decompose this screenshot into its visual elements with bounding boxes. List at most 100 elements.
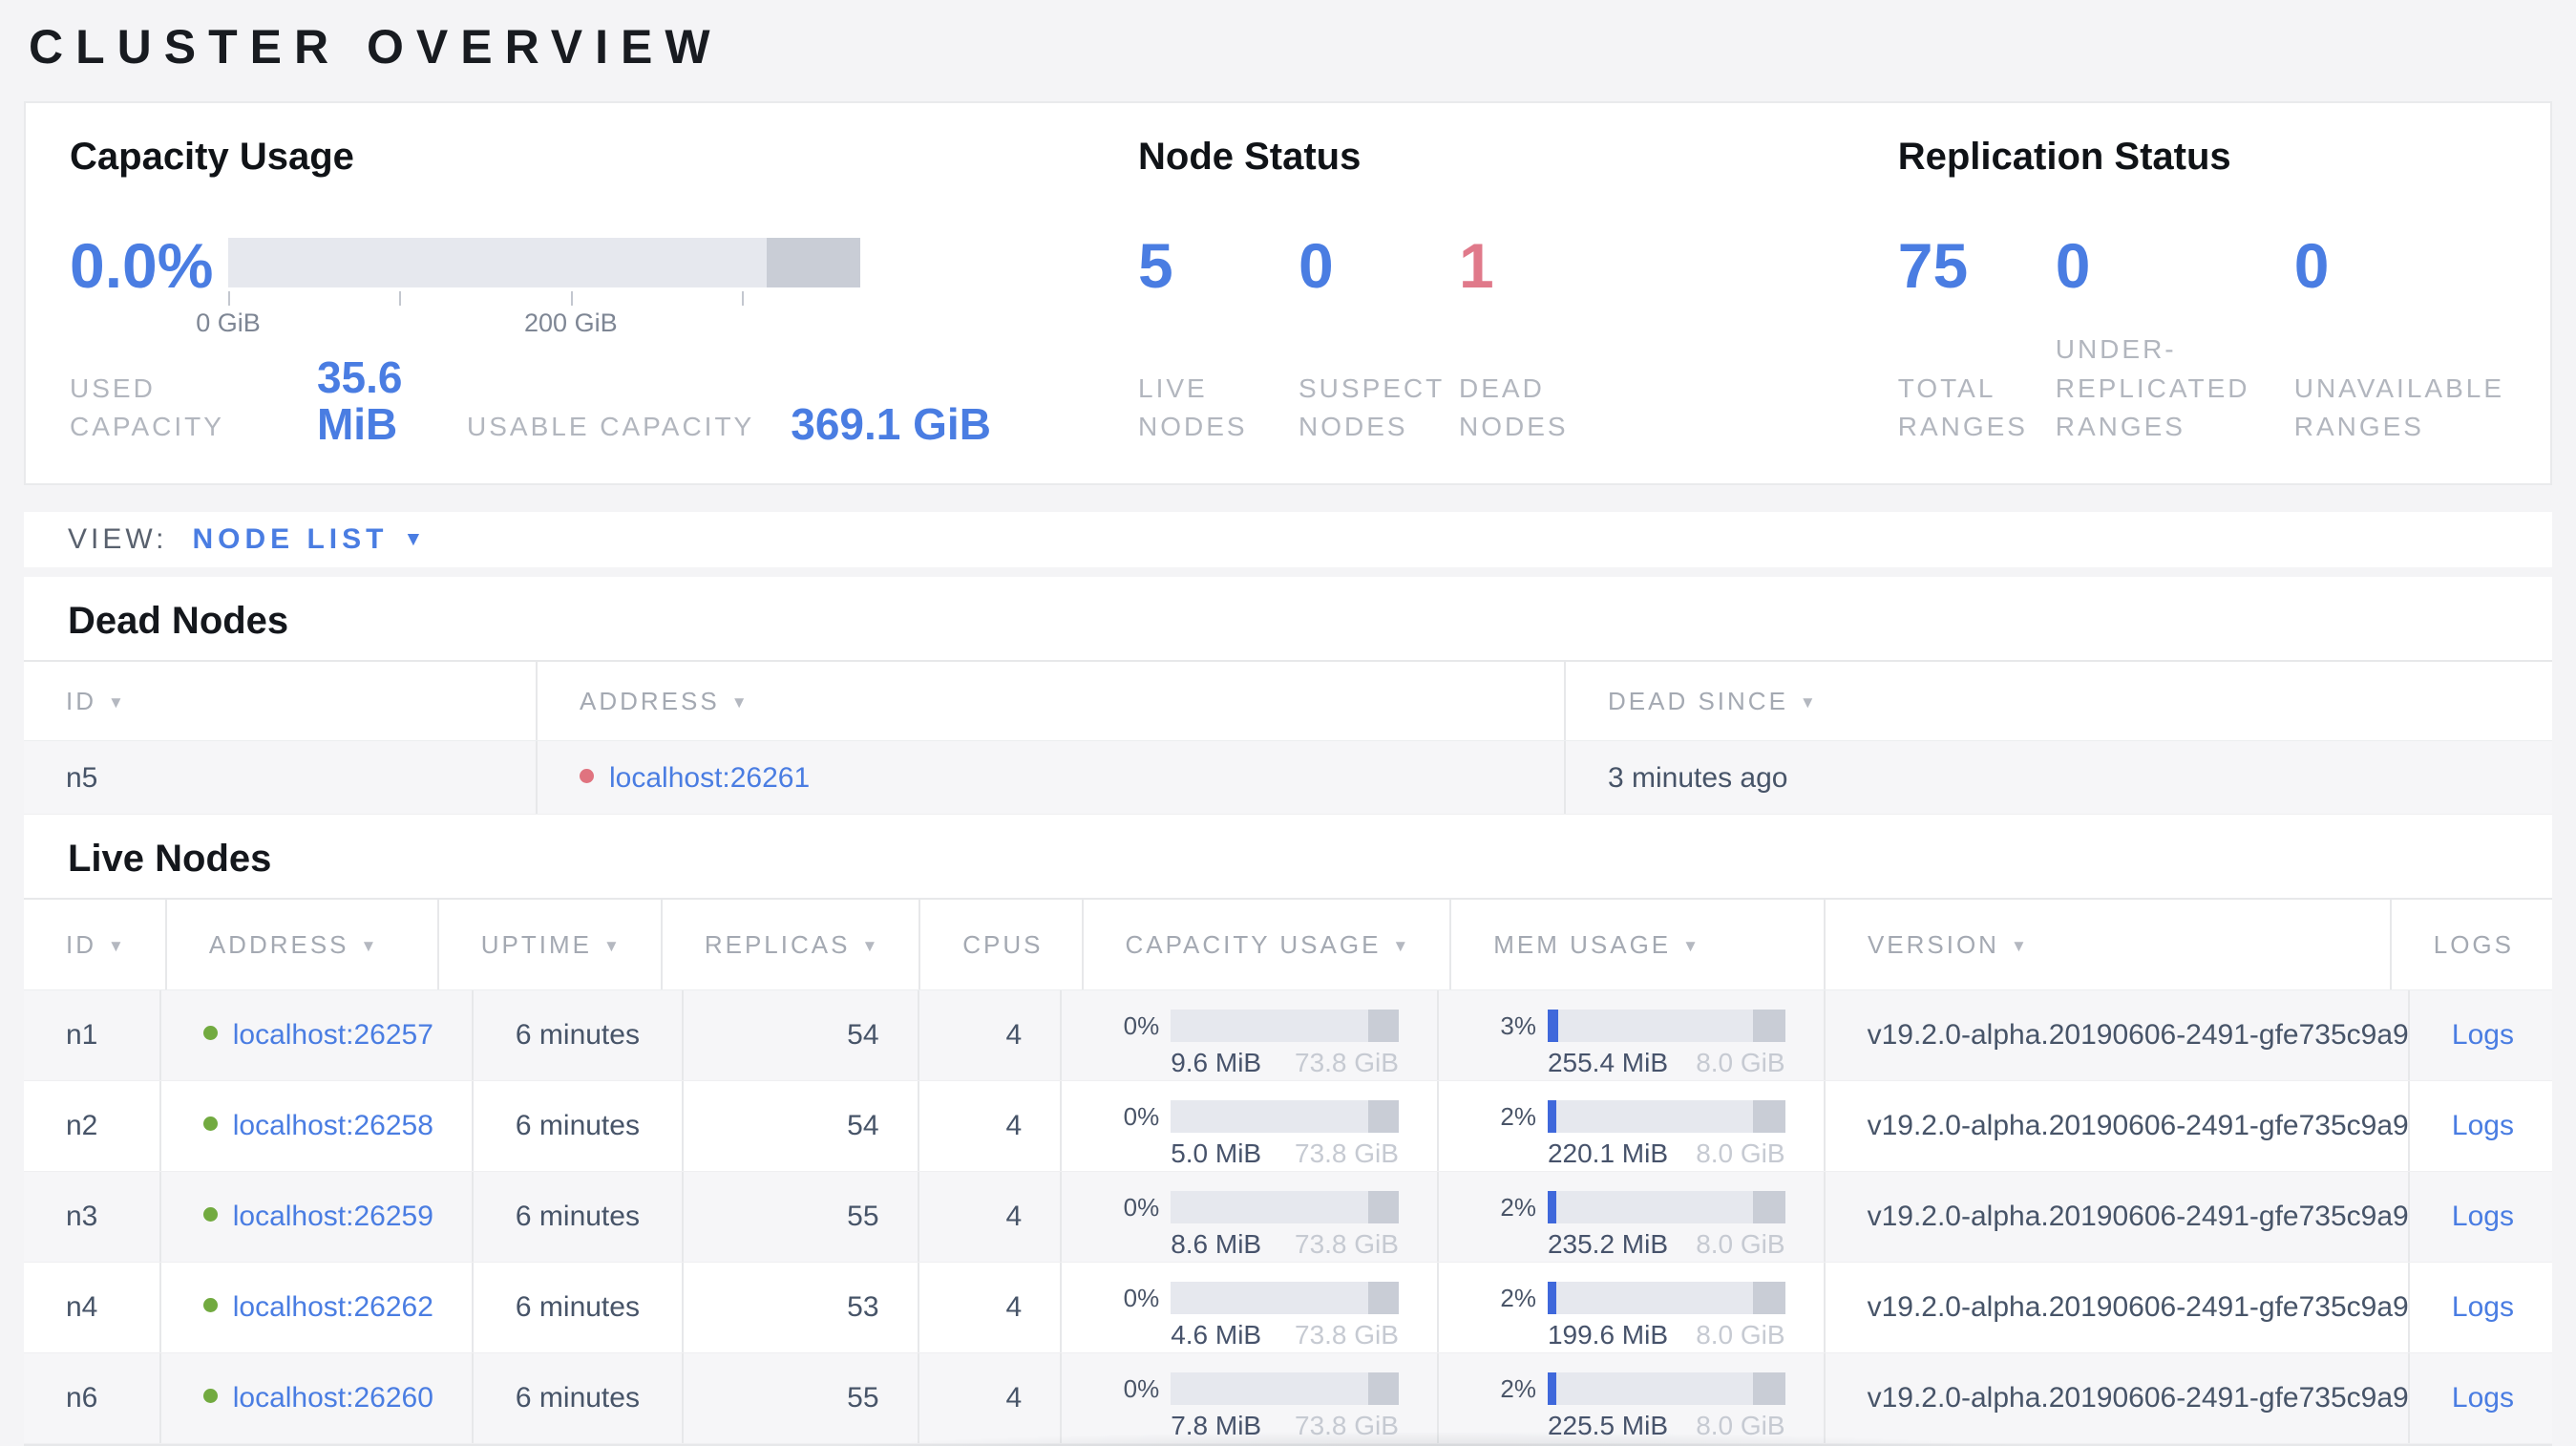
node-address-link[interactable]: localhost:26260 xyxy=(233,1382,433,1414)
replication-status-title: Replication Status xyxy=(1897,136,2231,178)
dead-node-dead-since: 3 minutes ago xyxy=(1608,762,1788,794)
node-address-link[interactable]: localhost:26258 xyxy=(233,1110,433,1142)
node-address-cell: localhost:26258 xyxy=(161,1081,474,1171)
used-capacity-label: USED CAPACITY xyxy=(70,372,224,442)
column-label: LOGS xyxy=(2433,929,2514,959)
live-status-dot-icon xyxy=(202,1298,218,1312)
node-uptime: 6 minutes xyxy=(474,1263,685,1352)
live-col-address[interactable]: ADDRESS ▼ xyxy=(167,900,439,989)
dead-node-id: n5 xyxy=(24,741,538,814)
node-logs-cell: Logs xyxy=(2410,1353,2552,1443)
node-capacity-usage: 0% 9.6 MiB 73.8 GiB xyxy=(1062,990,1439,1080)
bar-reserved-segment xyxy=(1753,1282,1785,1314)
node-mem-usage: 2% 199.6 MiB 8.0 GiB xyxy=(1439,1263,1826,1352)
bar-reserved-segment xyxy=(1367,1372,1399,1405)
node-address-link[interactable]: localhost:26257 xyxy=(233,1019,433,1052)
node-version: v19.2.0-alpha.20190606-2491-gfe735c9a97 xyxy=(1826,1081,2410,1171)
live-col-mem-usage[interactable]: MEM USAGE ▼ xyxy=(1451,900,1826,989)
node-uptime: 6 minutes xyxy=(474,1081,685,1171)
mem-mini-bar xyxy=(1547,1191,1785,1223)
unavailable-ranges-count: 0 xyxy=(2293,230,2330,301)
live-col-id[interactable]: ID ▼ xyxy=(24,900,167,989)
axis-label-zero: 0 GiB xyxy=(196,308,261,337)
capacity-used: 8.6 MiB xyxy=(1171,1229,1262,1259)
bar-used-segment xyxy=(1547,1010,1559,1042)
sort-arrow-icon: ▼ xyxy=(108,692,127,712)
column-label: REPLICAS xyxy=(704,929,851,959)
mem-used: 225.5 MiB xyxy=(1547,1411,1669,1440)
mem-total: 8.0 GiB xyxy=(1696,1229,1785,1259)
live-col-replicas[interactable]: REPLICAS ▼ xyxy=(663,900,921,989)
sort-arrow-icon: ▼ xyxy=(1392,936,1412,955)
logs-link[interactable]: Logs xyxy=(2452,1019,2514,1052)
mem-mini-bar xyxy=(1547,1282,1785,1314)
suspect-nodes-count: 0 xyxy=(1299,230,1334,301)
dead-nodes-heading: Dead Nodes xyxy=(68,600,289,642)
mem-total: 8.0 GiB xyxy=(1696,1411,1785,1440)
mem-total: 8.0 GiB xyxy=(1696,1138,1785,1168)
logs-link[interactable]: Logs xyxy=(2452,1110,2514,1142)
logs-link[interactable]: Logs xyxy=(2452,1382,2514,1414)
node-replicas: 54 xyxy=(684,1081,919,1171)
bar-reserved-segment xyxy=(1753,1372,1785,1405)
column-label: CPUS xyxy=(962,929,1044,959)
view-label: VIEW: xyxy=(68,523,168,555)
node-address-link[interactable]: localhost:26259 xyxy=(233,1201,433,1233)
axis-tick xyxy=(399,291,402,306)
node-address-cell: localhost:26262 xyxy=(161,1263,474,1352)
node-status-title: Node Status xyxy=(1138,136,1362,178)
axis-tick xyxy=(570,291,573,306)
capacity-total: 73.8 GiB xyxy=(1295,1138,1399,1168)
live-node-row: n6 localhost:26260 6 minutes 55 4 0% 7.8… xyxy=(24,1353,2552,1444)
dead-node-address-cell: localhost:26261 xyxy=(538,741,1566,814)
bar-reserved-segment xyxy=(1753,1010,1785,1042)
dead-nodes-label: DEAD NODES xyxy=(1459,372,1569,442)
dead-node-address-link[interactable]: localhost:26261 xyxy=(609,762,810,795)
axis-label-200: 200 GiB xyxy=(524,308,618,337)
bar-used-segment xyxy=(1547,1191,1556,1223)
sort-arrow-icon: ▼ xyxy=(861,936,881,955)
capacity-total: 73.8 GiB xyxy=(1295,1411,1399,1440)
live-status-dot-icon xyxy=(202,1389,218,1403)
node-address-link[interactable]: localhost:26262 xyxy=(233,1291,433,1324)
capacity-usage-title: Capacity Usage xyxy=(70,136,354,178)
sort-arrow-icon: ▼ xyxy=(2010,936,2030,955)
mem-total: 8.0 GiB xyxy=(1696,1048,1785,1077)
mem-percent: 2% xyxy=(1500,1101,1536,1131)
dead-nodes-table-header: ID ▼ ADDRESS ▼ DEAD SINCE ▼ xyxy=(24,660,2552,741)
node-id: n1 xyxy=(24,990,161,1080)
live-col-uptime[interactable]: UPTIME ▼ xyxy=(439,900,663,989)
bar-reserved-segment xyxy=(1367,1282,1399,1314)
capacity-percent: 0% xyxy=(1123,1101,1160,1131)
under-replicated-count: 0 xyxy=(2055,230,2091,301)
mem-mini-bar xyxy=(1547,1372,1785,1405)
used-capacity-stat: USED CAPACITY 35.6 MiB xyxy=(70,354,467,447)
dead-col-dead-since[interactable]: DEAD SINCE ▼ xyxy=(1566,662,2552,740)
live-col-capacity-usage[interactable]: CAPACITY USAGE ▼ xyxy=(1084,900,1452,989)
dead-node-row: n5 localhost:26261 3 minutes ago xyxy=(24,741,2552,815)
logs-link[interactable]: Logs xyxy=(2452,1201,2514,1233)
cluster-summary-card: Capacity Usage 0.0% 0 GiB 200 GiB USED C… xyxy=(24,101,2552,485)
view-mode-selected: NODE LIST xyxy=(192,523,389,555)
live-col-version[interactable]: VERSION ▼ xyxy=(1826,900,2392,989)
suspect-nodes-stat: 0 SUSPECT NODES xyxy=(1299,234,1459,447)
under-replicated-ranges-stat: 0 UNDER- REPLICATED RANGES xyxy=(2056,234,2294,447)
page-title: CLUSTER OVERVIEW xyxy=(29,20,723,74)
replication-status-section: Replication Status 75 TOTAL RANGES 0 UND… xyxy=(1898,136,2504,447)
dead-col-address[interactable]: ADDRESS ▼ xyxy=(538,662,1566,740)
dead-status-dot-icon xyxy=(580,769,594,783)
capacity-mini-bar xyxy=(1171,1282,1399,1314)
capacity-bar: 0 GiB 200 GiB xyxy=(196,238,860,337)
node-capacity-usage: 0% 7.8 MiB 73.8 GiB xyxy=(1062,1353,1439,1443)
column-label: ID xyxy=(66,929,96,959)
view-mode-dropdown[interactable]: NODE LIST ▼ xyxy=(192,523,423,556)
sort-arrow-icon: ▼ xyxy=(603,936,623,955)
mem-percent: 2% xyxy=(1500,1373,1536,1403)
column-label: MEM USAGE xyxy=(1493,929,1672,959)
node-capacity-usage: 0% 4.6 MiB 73.8 GiB xyxy=(1062,1263,1439,1352)
under-replicated-label: UNDER- REPLICATED RANGES xyxy=(2055,334,2250,442)
dead-col-id[interactable]: ID ▼ xyxy=(24,662,538,740)
mem-used: 255.4 MiB xyxy=(1547,1048,1669,1077)
logs-link[interactable]: Logs xyxy=(2452,1291,2514,1324)
column-label: DEAD SINCE xyxy=(1608,686,1788,715)
